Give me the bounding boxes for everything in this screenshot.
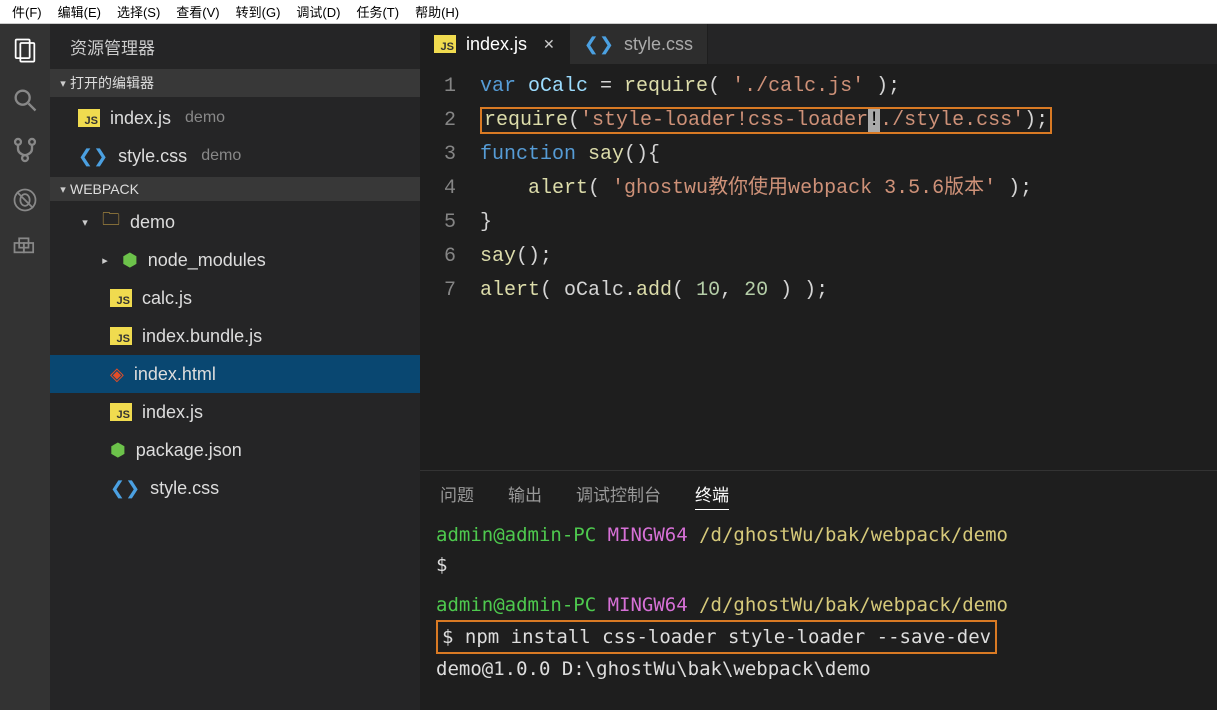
folder-label: demo <box>130 212 175 233</box>
file-path-dim: demo <box>185 109 225 127</box>
menu-view[interactable]: 查看(V) <box>168 0 227 23</box>
editor-area: JS index.js ✕ ❮❯ style.css 1var oCalc = … <box>420 24 1217 710</box>
line-number: 2 <box>420 104 480 138</box>
line-number: 6 <box>420 240 480 274</box>
file-label: calc.js <box>142 288 192 309</box>
js-icon: JS <box>110 289 132 307</box>
open-editor-style-css[interactable]: ❮❯ style.css demo <box>50 137 420 175</box>
file-label: index.bundle.js <box>142 326 262 347</box>
code-editor[interactable]: 1var oCalc = require( './calc.js' ); 2re… <box>420 64 1217 470</box>
file-index-html[interactable]: ◈ index.html <box>50 355 420 393</box>
extensions-icon[interactable] <box>9 234 41 266</box>
menu-select[interactable]: 选择(S) <box>109 0 168 23</box>
close-icon[interactable]: ✕ <box>543 36 555 53</box>
tab-index-js[interactable]: JS index.js ✕ <box>420 24 570 64</box>
open-editor-index-js[interactable]: JS index.js demo <box>50 99 420 137</box>
line-number: 5 <box>420 206 480 240</box>
css-icon: ❮❯ <box>584 34 614 55</box>
js-icon: JS <box>110 403 132 421</box>
line-number: 3 <box>420 138 480 172</box>
menu-bar: 件(F) 编辑(E) 选择(S) 查看(V) 转到(G) 调试(D) 任务(T)… <box>0 0 1217 24</box>
tab-terminal[interactable]: 终端 <box>695 481 729 510</box>
line-number: 1 <box>420 70 480 104</box>
node-icon: ⬢ <box>110 440 126 461</box>
folder-demo[interactable]: ▾ 🗀 demo <box>50 203 420 241</box>
tab-debug-console[interactable]: 调试控制台 <box>576 481 661 510</box>
file-label: index.js <box>142 402 203 423</box>
workspace-label: WEBPACK <box>70 181 139 197</box>
tab-label: index.js <box>466 34 527 55</box>
sidebar: 资源管理器 ▾ 打开的编辑器 JS index.js demo ❮❯ style… <box>50 24 420 710</box>
file-calc-js[interactable]: JS calc.js <box>50 279 420 317</box>
menu-debug[interactable]: 调试(D) <box>288 0 348 23</box>
file-label: style.css <box>150 478 219 499</box>
chevron-down-icon: ▾ <box>56 77 70 90</box>
terminal[interactable]: admin@admin-PC MINGW64 /d/ghostWu/bak/we… <box>420 516 1217 710</box>
chevron-right-icon: ▸ <box>98 254 112 267</box>
tab-bar: JS index.js ✕ ❮❯ style.css <box>420 24 1217 64</box>
bottom-panel: 问题 输出 调试控制台 终端 admin@admin-PC MINGW64 /d… <box>420 470 1217 710</box>
explorer-icon[interactable] <box>9 34 41 66</box>
file-style-css[interactable]: ❮❯ style.css <box>50 469 420 507</box>
menu-goto[interactable]: 转到(G) <box>228 0 289 23</box>
open-editors-label: 打开的编辑器 <box>70 73 154 93</box>
folder-icon: 🗀 <box>102 207 120 237</box>
debug-icon[interactable] <box>9 184 41 216</box>
activity-bar <box>0 24 50 710</box>
tab-style-css[interactable]: ❮❯ style.css <box>570 24 708 64</box>
file-package-json[interactable]: ⬢ package.json <box>50 431 420 469</box>
folder-node-modules[interactable]: ▸ ⬢ node_modules <box>50 241 420 279</box>
chevron-down-icon: ▾ <box>78 216 92 229</box>
menu-edit[interactable]: 编辑(E) <box>50 0 109 23</box>
js-icon: JS <box>78 109 100 127</box>
terminal-line: $ <box>436 550 1201 580</box>
line-number: 4 <box>420 172 480 206</box>
node-icon: ⬢ <box>122 250 138 271</box>
html-icon: ◈ <box>110 364 124 385</box>
js-icon: JS <box>110 327 132 345</box>
file-index-js[interactable]: JS index.js <box>50 393 420 431</box>
open-editors-header[interactable]: ▾ 打开的编辑器 <box>50 69 420 97</box>
terminal-line: demo@1.0.0 D:\ghostWu\bak\webpack\demo <box>436 654 1201 684</box>
panel-tabs: 问题 输出 调试控制台 终端 <box>420 471 1217 516</box>
css-icon: ❮❯ <box>78 146 108 167</box>
highlighted-code: require('style-loader!css-loader!./style… <box>480 107 1052 134</box>
file-label: index.html <box>134 364 216 385</box>
chevron-down-icon: ▾ <box>56 183 70 196</box>
css-icon: ❮❯ <box>110 478 140 499</box>
tab-problems[interactable]: 问题 <box>440 481 474 510</box>
scm-icon[interactable] <box>9 134 41 166</box>
menu-task[interactable]: 任务(T) <box>348 0 407 23</box>
file-index-bundle-js[interactable]: JS index.bundle.js <box>50 317 420 355</box>
file-label: index.js <box>110 108 171 129</box>
line-number: 7 <box>420 274 480 308</box>
file-label: package.json <box>136 440 242 461</box>
workspace-header[interactable]: ▾ WEBPACK <box>50 177 420 201</box>
tab-output[interactable]: 输出 <box>508 481 542 510</box>
tab-label: style.css <box>624 34 693 55</box>
highlighted-command: $ npm install css-loader style-loader --… <box>436 620 997 654</box>
js-icon: JS <box>434 35 456 53</box>
menu-help[interactable]: 帮助(H) <box>407 0 467 23</box>
search-icon[interactable] <box>9 84 41 116</box>
menu-file[interactable]: 件(F) <box>4 0 50 23</box>
file-path-dim: demo <box>201 147 241 165</box>
file-label: style.css <box>118 146 187 167</box>
sidebar-title: 资源管理器 <box>50 24 420 69</box>
file-label: node_modules <box>148 250 266 271</box>
